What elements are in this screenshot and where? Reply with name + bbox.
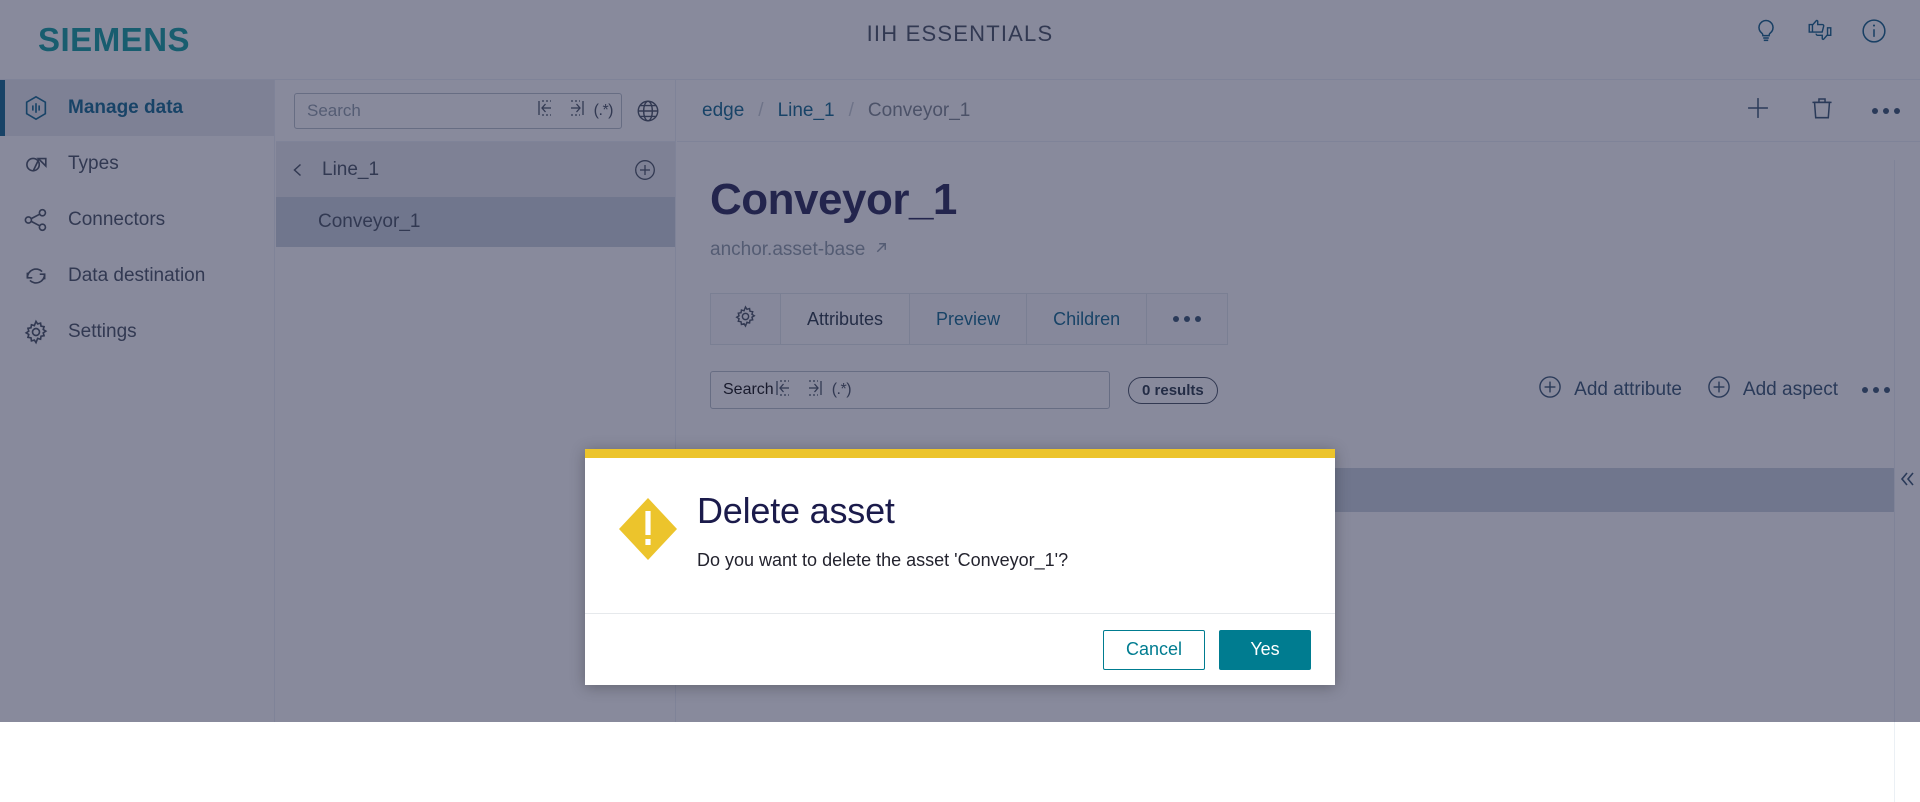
dialog-body: Delete asset Do you want to delete the a… xyxy=(585,458,1335,613)
confirm-yes-button[interactable]: Yes xyxy=(1219,630,1311,670)
dialog-title: Delete asset xyxy=(697,490,1068,532)
delete-asset-dialog: Delete asset Do you want to delete the a… xyxy=(585,449,1335,685)
dialog-accent-bar xyxy=(585,449,1335,458)
cancel-button[interactable]: Cancel xyxy=(1103,630,1205,670)
dialog-message: Do you want to delete the asset 'Conveyo… xyxy=(697,550,1068,571)
dialog-footer: Cancel Yes xyxy=(585,613,1335,685)
warning-icon xyxy=(615,488,687,583)
